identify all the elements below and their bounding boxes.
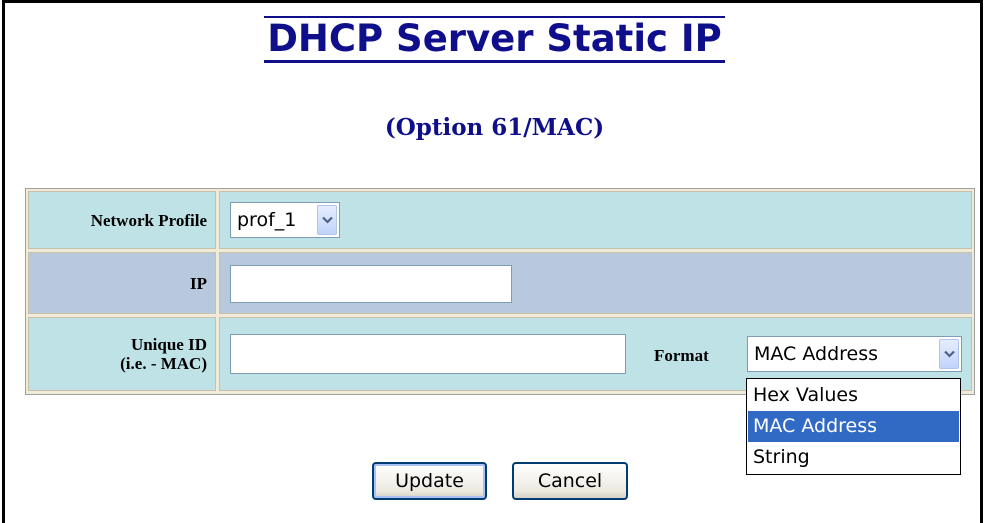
ip-label: IP bbox=[28, 252, 216, 314]
chevron-down-icon[interactable] bbox=[939, 339, 959, 369]
network-profile-row: Network Profile prof_1 bbox=[28, 191, 972, 249]
format-option-mac-address[interactable]: MAC Address bbox=[748, 411, 959, 442]
static-ip-form-table: Network Profile prof_1 IP Unique ID (i.e… bbox=[25, 188, 975, 395]
page-title-text: DHCP Server Static IP bbox=[264, 16, 725, 63]
format-option-string[interactable]: String bbox=[748, 442, 959, 473]
network-profile-cell: prof_1 bbox=[219, 191, 972, 249]
unique-id-label: Unique ID (i.e. - MAC) bbox=[28, 317, 216, 391]
update-button[interactable]: Update bbox=[372, 462, 487, 500]
unique-id-label-line1: Unique ID bbox=[130, 335, 207, 354]
network-profile-select[interactable]: prof_1 bbox=[230, 202, 340, 238]
chevron-down-icon[interactable] bbox=[317, 205, 337, 235]
network-profile-label: Network Profile bbox=[28, 191, 216, 249]
ip-row: IP bbox=[28, 252, 972, 314]
page-title: DHCP Server Static IP bbox=[0, 14, 989, 64]
format-option-hex-values[interactable]: Hex Values bbox=[748, 380, 959, 411]
network-profile-select-value: prof_1 bbox=[237, 209, 297, 231]
format-label: Format bbox=[654, 346, 709, 365]
page-subtitle: (Option 61/MAC) bbox=[384, 114, 605, 141]
unique-id-input[interactable] bbox=[230, 334, 626, 374]
ip-cell bbox=[219, 252, 972, 314]
format-select-value: MAC Address bbox=[754, 343, 879, 365]
cancel-button[interactable]: Cancel bbox=[512, 462, 628, 500]
format-select[interactable]: MAC Address bbox=[747, 336, 962, 372]
format-dropdown-list: Hex Values MAC Address String bbox=[746, 378, 961, 475]
ip-input[interactable] bbox=[230, 265, 512, 303]
unique-id-label-line2: (i.e. - MAC) bbox=[120, 354, 207, 373]
